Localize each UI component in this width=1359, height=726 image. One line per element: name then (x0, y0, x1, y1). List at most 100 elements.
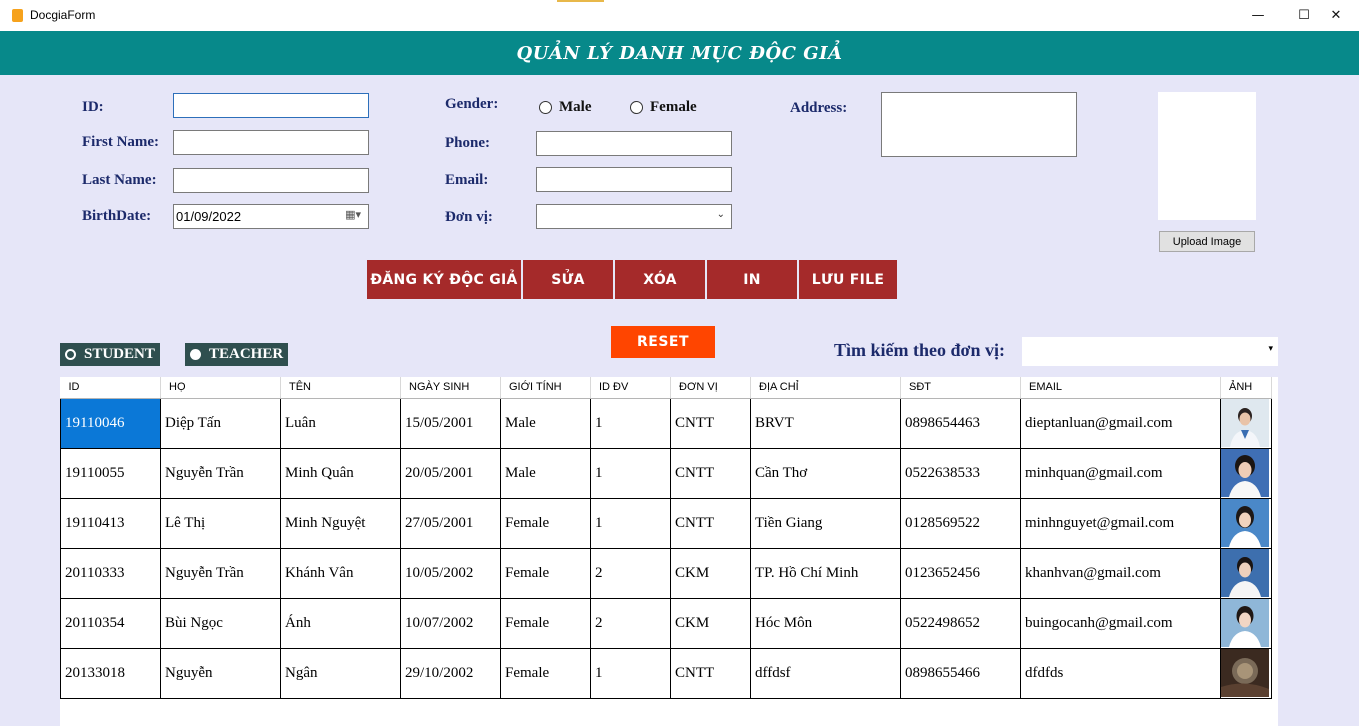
first-name-field[interactable] (173, 130, 369, 155)
column-header[interactable]: HỌ (160, 377, 281, 399)
table-cell[interactable]: buingocanh@gmail.com (1020, 597, 1221, 649)
table-cell[interactable]: 10/05/2002 (400, 547, 501, 599)
table-cell[interactable]: 15/05/2001 (400, 397, 501, 449)
column-header[interactable]: SĐT (900, 377, 1021, 399)
table-cell[interactable]: CNTT (670, 497, 751, 549)
column-header[interactable]: ID (60, 377, 161, 399)
register-button[interactable]: ĐĂNG KÝ ĐỘC GIẢ (367, 260, 521, 299)
table-cell[interactable] (1220, 597, 1272, 649)
column-header[interactable]: ĐƠN VỊ (670, 377, 751, 399)
table-cell[interactable]: Khánh Vân (280, 547, 401, 599)
table-cell[interactable] (1220, 397, 1272, 449)
table-cell[interactable]: 20133018 (60, 647, 161, 699)
table-cell[interactable]: Nguyễn (160, 647, 281, 699)
table-cell[interactable]: khanhvan@gmail.com (1020, 547, 1221, 599)
table-cell[interactable]: Minh Nguyệt (280, 497, 401, 549)
column-header[interactable]: ID ĐV (590, 377, 671, 399)
table-cell[interactable]: 2 (590, 547, 671, 599)
table-cell[interactable]: 1 (590, 497, 671, 549)
table-cell[interactable]: CNTT (670, 447, 751, 499)
table-cell[interactable]: 0123652456 (900, 547, 1021, 599)
table-cell[interactable]: minhquan@gmail.com (1020, 447, 1221, 499)
phone-field[interactable] (536, 131, 732, 156)
table-row[interactable]: 19110413 Lê Thị Minh Nguyệt 27/05/2001 F… (60, 497, 1272, 549)
table-row[interactable]: 19110055 Nguyễn Trần Minh Quân 20/05/200… (60, 447, 1272, 499)
table-cell[interactable]: Male (500, 397, 591, 449)
table-cell[interactable]: 20110354 (60, 597, 161, 649)
table-cell[interactable] (1220, 447, 1272, 499)
print-button[interactable]: IN (707, 260, 797, 299)
column-header[interactable]: GIỚI TÍNH (500, 377, 591, 399)
column-header[interactable]: NGÀY SINH (400, 377, 501, 399)
table-cell[interactable]: Nguyễn Trần (160, 447, 281, 499)
gender-female-radio[interactable]: Female (630, 99, 697, 116)
minimize-icon[interactable]: — (1235, 0, 1281, 31)
table-cell[interactable]: CNTT (670, 647, 751, 699)
delete-button[interactable]: XÓA (615, 260, 705, 299)
table-cell[interactable]: Lê Thị (160, 497, 281, 549)
close-icon[interactable]: ✕ (1313, 0, 1359, 31)
reset-button[interactable]: RESET (611, 326, 715, 358)
birthdate-picker[interactable]: 01/09/2022 ▦▾ (173, 204, 369, 229)
table-cell[interactable]: Ngân (280, 647, 401, 699)
table-cell[interactable]: 20110333 (60, 547, 161, 599)
table-cell[interactable]: Diệp Tấn (160, 397, 281, 449)
table-cell[interactable]: 2 (590, 597, 671, 649)
table-cell[interactable]: dffdsf (750, 647, 901, 699)
gender-male-radio[interactable]: Male (539, 99, 591, 116)
table-cell[interactable]: TP. Hồ Chí Minh (750, 547, 901, 599)
table-cell[interactable]: Nguyễn Trần (160, 547, 281, 599)
table-cell[interactable]: Bùi Ngọc (160, 597, 281, 649)
id-field[interactable] (173, 93, 369, 118)
table-cell[interactable]: 19110055 (60, 447, 161, 499)
table-cell[interactable]: 1 (590, 647, 671, 699)
table-row[interactable]: 20110354 Bùi Ngọc Ánh 10/07/2002 Female … (60, 597, 1272, 649)
table-cell[interactable]: 19110046 (60, 397, 161, 449)
last-name-field[interactable] (173, 168, 369, 193)
table-cell[interactable]: 1 (590, 397, 671, 449)
teacher-radio[interactable]: TEACHER (185, 343, 288, 366)
column-header[interactable]: TÊN (280, 377, 401, 399)
table-cell[interactable]: 10/07/2002 (400, 597, 501, 649)
student-radio[interactable]: STUDENT (60, 343, 160, 366)
save-file-button[interactable]: LƯU FILE (799, 260, 897, 299)
table-cell[interactable]: 1 (590, 447, 671, 499)
table-cell[interactable]: BRVT (750, 397, 901, 449)
donvi-select[interactable]: ⌄ (536, 204, 732, 229)
table-cell[interactable]: Cần Thơ (750, 447, 901, 499)
upload-image-button[interactable]: Upload Image (1159, 231, 1255, 252)
column-header[interactable]: ẢNH (1220, 377, 1272, 399)
table-cell[interactable]: 0522638533 (900, 447, 1021, 499)
table-cell[interactable]: CKM (670, 547, 751, 599)
address-textarea[interactable] (881, 92, 1077, 157)
table-cell[interactable]: 0522498652 (900, 597, 1021, 649)
table-cell[interactable]: Hóc Môn (750, 597, 901, 649)
table-cell[interactable] (1220, 497, 1272, 549)
table-row[interactable]: 20133018 Nguyễn Ngân 29/10/2002 Female 1… (60, 647, 1272, 699)
table-cell[interactable]: Tiền Giang (750, 497, 901, 549)
column-header[interactable]: EMAIL (1020, 377, 1221, 399)
table-cell[interactable]: CKM (670, 597, 751, 649)
table-row[interactable]: 20110333 Nguyễn Trần Khánh Vân 10/05/200… (60, 547, 1272, 599)
search-unit-select[interactable]: ▾ (1022, 337, 1278, 366)
table-cell[interactable]: 0898655466 (900, 647, 1021, 699)
reader-table[interactable]: ID HỌ TÊN NGÀY SINH GIỚI TÍNH ID ĐV ĐƠN … (60, 377, 1278, 726)
table-cell[interactable]: minhnguyet@gmail.com (1020, 497, 1221, 549)
table-row[interactable]: 19110046 Diệp Tấn Luân 15/05/2001 Male 1… (60, 397, 1272, 449)
table-cell[interactable]: CNTT (670, 397, 751, 449)
calendar-dropdown-icon[interactable]: ▦▾ (345, 208, 361, 221)
table-cell[interactable]: 29/10/2002 (400, 647, 501, 699)
edit-button[interactable]: SỬA (523, 260, 613, 299)
table-cell[interactable]: Female (500, 547, 591, 599)
table-cell[interactable]: 0128569522 (900, 497, 1021, 549)
table-cell[interactable]: Female (500, 597, 591, 649)
table-cell[interactable]: dieptanluan@gmail.com (1020, 397, 1221, 449)
table-cell[interactable]: Minh Quân (280, 447, 401, 499)
table-cell[interactable]: Female (500, 497, 591, 549)
table-cell[interactable]: 27/05/2001 (400, 497, 501, 549)
column-header[interactable]: ĐỊA CHỈ (750, 377, 901, 399)
table-cell[interactable]: dfdfds (1020, 647, 1221, 699)
table-cell[interactable]: Female (500, 647, 591, 699)
table-cell[interactable]: 20/05/2001 (400, 447, 501, 499)
table-cell[interactable]: 19110413 (60, 497, 161, 549)
